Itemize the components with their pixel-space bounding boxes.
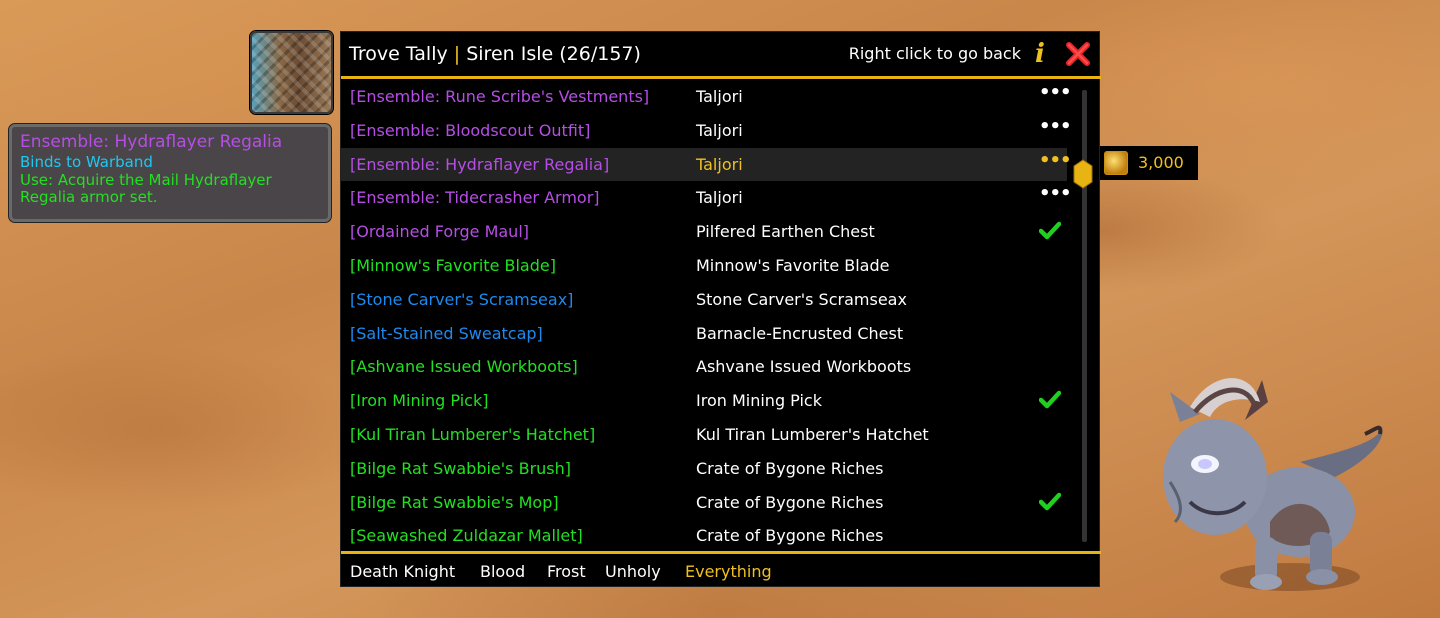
scrollbar-thumb[interactable] <box>1073 159 1093 189</box>
tooltip-bind-text: Binds to Warband <box>20 153 153 171</box>
item-row[interactable]: [Ordained Forge Maul] Pilfered Earthen Ch… <box>341 215 1067 249</box>
item-link[interactable]: [Ensemble: Rune Scribe's Vestments] <box>350 87 649 107</box>
item-link[interactable]: [Iron Mining Pick] <box>350 391 488 411</box>
filter-tab[interactable]: Unholy <box>605 562 661 582</box>
more-options-icon[interactable]: ••• <box>1039 151 1072 176</box>
checkmark-icon <box>1038 492 1062 514</box>
item-row[interactable]: [Seawashed Zuldazar Mallet] Crate of Bygo… <box>341 519 1067 553</box>
trove-tally-panel: Trove Tally | Siren Isle (26/157) Right … <box>340 31 1101 587</box>
item-row[interactable]: [Ashvane Issued Workboots] Ashvane Issued… <box>341 350 1067 384</box>
item-link[interactable]: [Ensemble: Hydraflayer Regalia] <box>350 155 609 175</box>
currency-icon <box>1104 151 1128 175</box>
more-options-icon[interactable]: ••• <box>1039 185 1072 209</box>
item-link[interactable]: [Salt-Stained Sweatcap] <box>350 324 543 344</box>
item-portrait-icon <box>250 31 333 114</box>
zone-progress: Siren Isle (26/157) <box>466 43 641 65</box>
tooltip-use-line-1: Use: Acquire the Mail Hydraflayer <box>20 171 272 189</box>
item-source: Barnacle-Encrusted Chest <box>696 323 904 343</box>
item-source: Pilfered Earthen Chest <box>696 222 875 242</box>
checkmark-icon <box>1038 221 1062 243</box>
item-link[interactable]: [Bilge Rat Swabbie's Brush] <box>350 459 571 479</box>
item-link[interactable]: [Ordained Forge Maul] <box>350 222 529 242</box>
item-row[interactable]: [Ensemble: Bloodscout Outfit] Taljori ••• <box>341 114 1072 148</box>
item-link[interactable]: [Minnow's Favorite Blade] <box>350 256 556 276</box>
item-source: Stone Carver's Scramseax <box>696 289 907 309</box>
class-filter-bar: Death Knight Blood Frost Unholy Everything <box>341 556 1101 586</box>
footer-divider <box>341 551 1101 554</box>
companion-pet <box>1150 372 1390 602</box>
item-link[interactable]: [Kul Tiran Lumberer's Hatchet] <box>350 425 595 445</box>
item-row[interactable]: [Ensemble: Tidecrasher Armor] Taljori ••• <box>341 181 1072 215</box>
item-source: Crate of Bygone Riches <box>696 458 884 478</box>
cost-tag: 3,000 <box>1100 146 1198 180</box>
item-list: [Ensemble: Rune Scribe's Vestments] Taljo… <box>341 80 1081 550</box>
title-separator: | <box>453 43 461 65</box>
item-row[interactable]: [Bilge Rat Swabbie's Mop] Crate of Bygone… <box>341 486 1067 520</box>
item-source: Taljori <box>696 87 743 106</box>
item-link[interactable]: [Ensemble: Tidecrasher Armor] <box>350 188 600 208</box>
item-source: Crate of Bygone Riches <box>696 526 884 546</box>
item-row[interactable]: [Kul Tiran Lumberer's Hatchet] Kul Tiran … <box>341 418 1067 452</box>
item-row[interactable]: [Salt-Stained Sweatcap] Barnacle-Encruste… <box>341 317 1067 351</box>
item-tooltip: Ensemble: Hydraflayer Regalia Binds to W… <box>9 124 331 222</box>
checkmark-icon <box>1038 390 1062 412</box>
item-row[interactable]: [Bilge Rat Swabbie's Brush] Crate of Bygo… <box>341 452 1067 486</box>
item-source: Taljori <box>696 154 743 174</box>
item-row[interactable]: [Ensemble: Hydraflayer Regalia] Taljori ••… <box>341 147 1072 182</box>
tooltip-title: Ensemble: Hydraflayer Regalia <box>20 132 283 152</box>
filter-tab[interactable]: Frost <box>547 562 586 582</box>
header-divider <box>341 76 1101 79</box>
filter-tab[interactable]: Blood <box>480 562 525 582</box>
item-link[interactable]: [Ensemble: Bloodscout Outfit] <box>350 121 590 141</box>
item-row[interactable]: [Iron Mining Pick] Iron Mining Pick <box>341 384 1067 418</box>
item-row[interactable]: [Ensemble: Rune Scribe's Vestments] Taljo… <box>341 80 1072 114</box>
item-row[interactable]: [Minnow's Favorite Blade] Minnow's Favori… <box>341 249 1067 283</box>
more-options-icon[interactable]: ••• <box>1039 117 1072 142</box>
panel-title: Trove Tally | Siren Isle (26/157) <box>349 42 641 66</box>
info-icon[interactable]: i <box>1031 40 1049 68</box>
back-hint: Right click to go back <box>848 44 1021 63</box>
item-link[interactable]: [Ashvane Issued Workboots] <box>350 357 578 377</box>
item-link[interactable]: [Stone Carver's Scramseax] <box>350 290 573 310</box>
item-source: Minnow's Favorite Blade <box>696 255 890 275</box>
item-source: Taljori <box>696 188 743 208</box>
item-link[interactable]: [Bilge Rat Swabbie's Mop] <box>350 493 559 513</box>
panel-header: Trove Tally | Siren Isle (26/157) Right … <box>341 32 1101 76</box>
item-source: Iron Mining Pick <box>696 391 822 411</box>
item-source: Kul Tiran Lumberer's Hatchet <box>696 424 929 444</box>
item-link[interactable]: [Seawashed Zuldazar Mallet] <box>350 526 583 546</box>
cost-amount: 3,000 <box>1138 153 1184 172</box>
item-row[interactable]: [Stone Carver's Scramseax] Stone Carver's… <box>341 283 1067 317</box>
close-icon[interactable] <box>1064 40 1092 68</box>
scrollbar-track[interactable] <box>1082 90 1087 542</box>
tooltip-use-line-2: Regalia armor set. <box>20 188 158 206</box>
filter-tab[interactable]: Everything <box>685 562 772 582</box>
more-options-icon[interactable]: ••• <box>1039 84 1072 108</box>
item-source: Ashvane Issued Workboots <box>696 357 912 377</box>
addon-name: Trove Tally <box>349 43 448 65</box>
filter-tab[interactable]: Death Knight <box>350 562 455 582</box>
item-source: Crate of Bygone Riches <box>696 492 884 512</box>
item-source: Taljori <box>696 120 743 140</box>
